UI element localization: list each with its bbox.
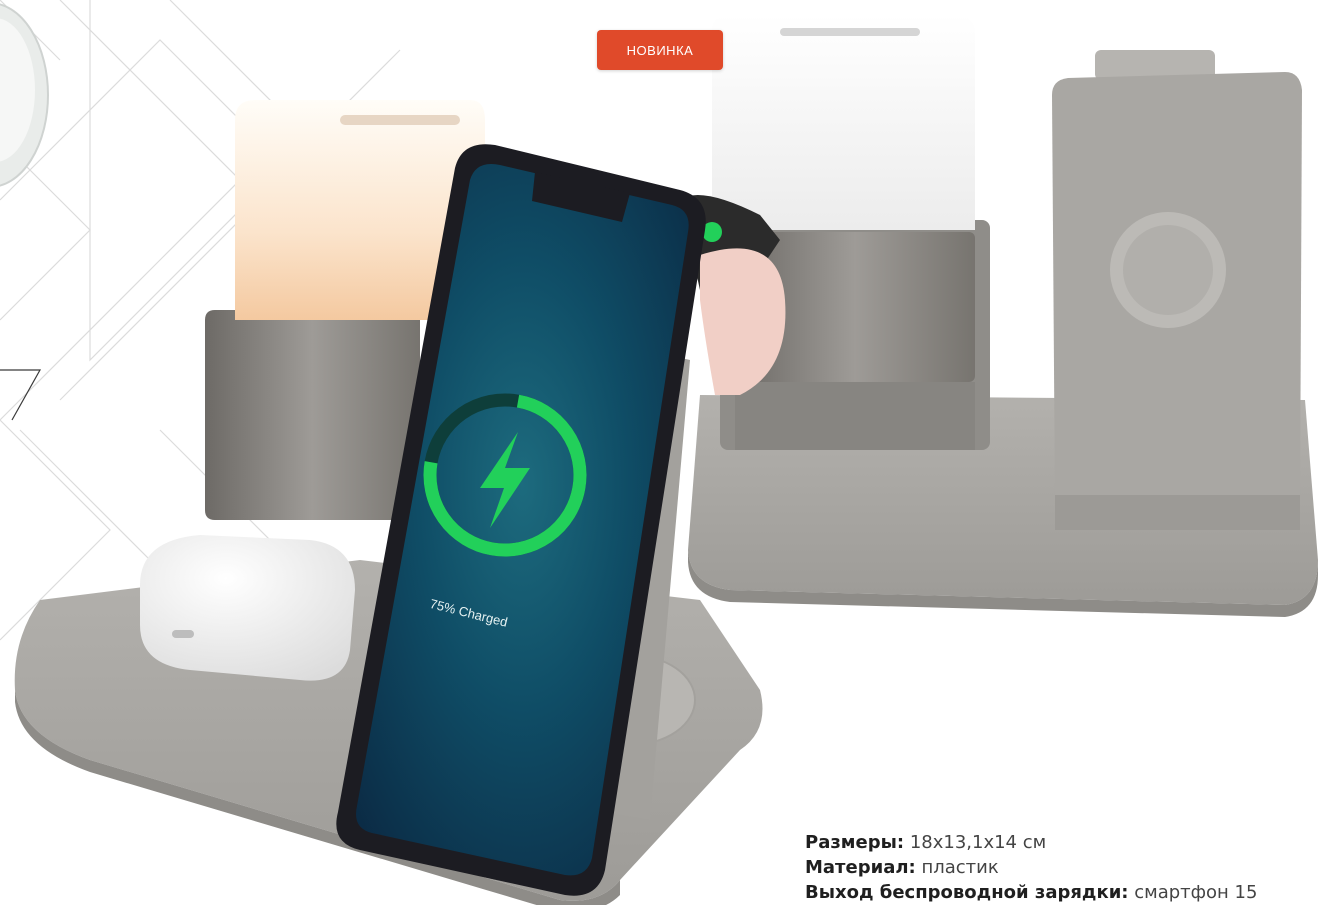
product-page: 75% Charged НОВИНКА Размеры: 18x13,1x14 … [0, 0, 1319, 905]
spec-label: Выход беспроводной зарядки: [805, 882, 1129, 903]
product-specs: Размеры: 18x13,1x14 см Материал: пластик… [805, 830, 1319, 905]
spec-label: Материал: [805, 857, 916, 878]
spec-wireless-output: Выход беспроводной зарядки: смартфон 15 [805, 880, 1319, 905]
spec-dimensions: Размеры: 18x13,1x14 см [805, 830, 1319, 855]
spec-value: пластик [915, 857, 999, 878]
earbuds-case [140, 535, 355, 681]
new-badge: НОВИНКА [597, 30, 723, 70]
spec-material: Материал: пластик [805, 855, 1319, 880]
spec-value: 18x13,1x14 см [904, 832, 1047, 853]
product-illustration [0, 3, 1318, 905]
round-device-partial [0, 3, 49, 187]
station-front-view [14, 100, 786, 905]
spec-label: Размеры: [805, 832, 905, 853]
spec-value: смартфон 15 [1128, 882, 1258, 903]
